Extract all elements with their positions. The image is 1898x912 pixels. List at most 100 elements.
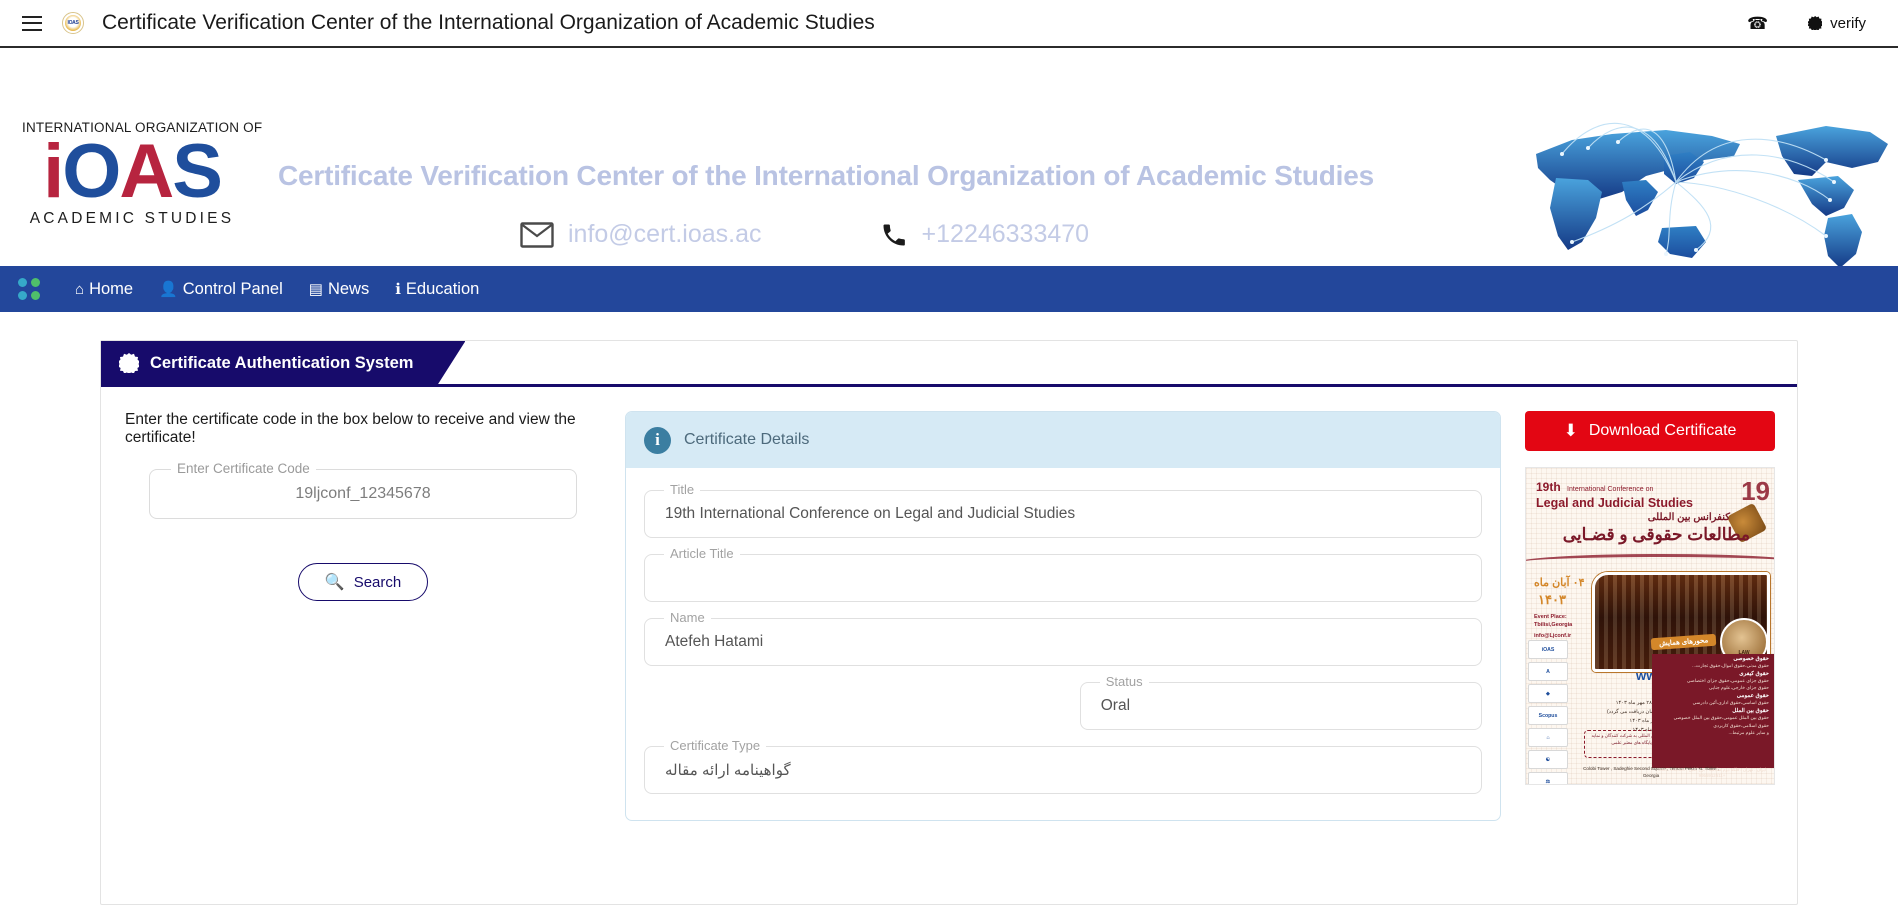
field-article-title: Article Title (644, 546, 1482, 602)
ioas-logo: INTERNATIONAL ORGANIZATION OF iOAS ACADE… (22, 120, 262, 228)
verify-button[interactable]: verify (1808, 15, 1866, 32)
card-body: Enter the certificate code in the box be… (101, 385, 1797, 851)
search-button[interactable]: 🔍 Search (297, 563, 429, 601)
topic-line: حقوق اسلامی،حقوق کاربردی (1713, 722, 1769, 728)
poster-sponsor-logos: iOAS A ◆ Scopus ⌂ ☯ ⚖ ISI ● CIVILICA (1528, 640, 1568, 784)
apps-grid-icon[interactable] (18, 278, 40, 300)
field-certificate-type-label: Certificate Type (664, 738, 767, 753)
details-body: Title 19th International Conference on L… (626, 468, 1500, 820)
page-container: Certificate Authentication System Enter … (0, 312, 1898, 905)
tab-underline (101, 384, 1797, 387)
topic-line: حقوق بین الملل عمومی،حقوق بین الملل خصوص… (1673, 715, 1769, 721)
email-text: info@cert.ioas.ac (568, 220, 762, 248)
info-circle-icon: i (644, 426, 671, 454)
phone-icon[interactable]: ☎ (1747, 15, 1768, 32)
topic-head: حقوق خصوصی (1733, 656, 1769, 662)
site-favicon: IOAS (62, 12, 84, 34)
hamburger-menu-icon[interactable] (22, 15, 42, 31)
certificate-poster-image[interactable]: 19th International Conference on Legal a… (1525, 467, 1775, 785)
poster-place-label: Event Place: (1534, 614, 1567, 620)
phone-contact[interactable]: +12246333470 (880, 220, 1089, 249)
certificate-code-label: Enter Certificate Code (171, 461, 316, 476)
field-name-value: Atefeh Hatami (665, 633, 764, 650)
page-title: Certificate Verification Center of the I… (102, 11, 875, 34)
sponsor-logo: iOAS (1528, 640, 1568, 659)
field-article-title-label: Article Title (664, 546, 740, 561)
field-certificate-type-input[interactable]: گواهینامه ارائه مقاله (644, 746, 1482, 794)
certificate-seal-icon (119, 353, 139, 373)
field-title-value: 19th International Conference on Legal a… (665, 505, 1076, 522)
main-navigation: ⌂ Home 👤 Control Panel ▤ News ℹ Educatio… (0, 266, 1898, 312)
poster-title-en: Legal and Judicial Studies (1536, 496, 1693, 510)
field-certificate-type: Certificate Type گواهینامه ارائه مقاله (644, 738, 1482, 794)
nav-label: Control Panel (182, 279, 283, 298)
world-map-graphic (1536, 122, 1888, 266)
details-header-title: Certificate Details (684, 431, 810, 448)
sponsor-logo: ◆ (1528, 684, 1568, 703)
envelope-icon (520, 221, 554, 248)
logo-letter-o: O (62, 129, 121, 214)
topic-head: حقوق بین الملل (1732, 708, 1769, 715)
field-status-value: Oral (1100, 697, 1131, 714)
topbar-actions: ☎ verify (1747, 15, 1876, 32)
poster-topics-panel: حقوق خصوصی حقوق مدنی،حقوق اموال،حقوق تجا… (1652, 654, 1774, 768)
verify-label: verify (1830, 14, 1866, 32)
poster-edition: 19th International Conference on (1536, 480, 1653, 494)
field-title-input[interactable]: 19th International Conference on Legal a… (644, 490, 1482, 538)
field-title: Title 19th International Conference on L… (644, 482, 1482, 538)
logo-letter-s: S (172, 129, 223, 214)
topic-line: حقوق جزای عمومی،حقوق جزای اختصاصی (1687, 678, 1769, 684)
details-column: i Certificate Details Title 19th Interna… (625, 411, 1501, 821)
field-status-input[interactable]: Oral (1079, 682, 1482, 730)
card-tab: Certificate Authentication System (101, 341, 465, 385)
search-column: Enter the certificate code in the box be… (123, 411, 601, 821)
field-status-label: Status (1099, 674, 1149, 689)
nav-label: Home (89, 279, 134, 298)
nav-item-news[interactable]: ▤ News (296, 280, 382, 299)
topic-head: حقوق کیفری (1739, 671, 1769, 678)
topic-line: و سایر علوم مرتبط... (1728, 729, 1769, 735)
sponsor-logo: Scopus (1528, 706, 1568, 725)
user-icon: 👤 (159, 280, 178, 298)
sponsor-logo: ⌂ (1528, 728, 1568, 747)
search-button-label: Search (353, 573, 402, 591)
sponsor-logo: A (1528, 662, 1568, 681)
phone-icon (883, 224, 905, 245)
browser-top-bar: IOAS Certificate Verification Center of … (0, 0, 1898, 48)
nav-item-control-panel[interactable]: 👤 Control Panel (146, 280, 296, 299)
topic-line: حقوق جزای خارجی،علوم جنایی (1709, 685, 1769, 691)
field-name: Name Atefeh Hatami (644, 610, 1482, 666)
field-name-label: Name (664, 610, 711, 625)
search-prompt: Enter the certificate code in the box be… (125, 411, 576, 446)
field-status: Status Oral (1079, 674, 1482, 730)
badge-icon (1808, 16, 1823, 30)
field-name-input[interactable]: Atefeh Hatami (644, 618, 1482, 666)
email-contact[interactable]: info@cert.ioas.ac (520, 220, 762, 249)
field-article-title-input[interactable] (644, 554, 1482, 602)
certificate-code-field: Enter Certificate Code 19ljconf_12345678 (149, 461, 577, 519)
logo-letter-a: A (119, 129, 174, 214)
download-certificate-label: Download Certificate (1588, 422, 1737, 439)
poster-conf-prefix: International Conference on (1567, 486, 1654, 493)
poster-email: info@Ljconf.ir (1534, 633, 1572, 639)
banner-title: Certificate Verification Center of the I… (278, 160, 1374, 191)
search-button-wrapper: 🔍 Search (125, 563, 601, 601)
download-icon: ⬇ (1563, 421, 1578, 440)
logo-bottom-text: ACADEMIC STUDIES (29, 210, 235, 228)
favicon-label: IOAS (65, 15, 81, 31)
magnifier-icon: 🔍 (324, 574, 345, 591)
certificate-code-input[interactable]: 19ljconf_12345678 (149, 469, 577, 519)
poster-big-edition: 19 (1741, 476, 1770, 506)
details-header: i Certificate Details (626, 412, 1500, 468)
certificate-preview-column: ⬇ Download Certificate 19th Internationa… (1525, 411, 1775, 821)
nav-label: Education (405, 279, 480, 298)
download-certificate-button[interactable]: ⬇ Download Certificate (1525, 411, 1775, 451)
topic-head: حقوق عمومی (1736, 693, 1769, 700)
nav-item-education[interactable]: ℹ Education (382, 280, 492, 299)
poster-title-fa-small: کنفرانس بین المللی (1647, 512, 1730, 523)
poster-divider (1526, 554, 1774, 572)
nav-item-home[interactable]: ⌂ Home (62, 280, 146, 299)
poster-year: ۱۴۰۳ (1538, 592, 1566, 607)
home-icon: ⌂ (75, 280, 85, 298)
poster-edition-number: 19 (1536, 480, 1550, 494)
